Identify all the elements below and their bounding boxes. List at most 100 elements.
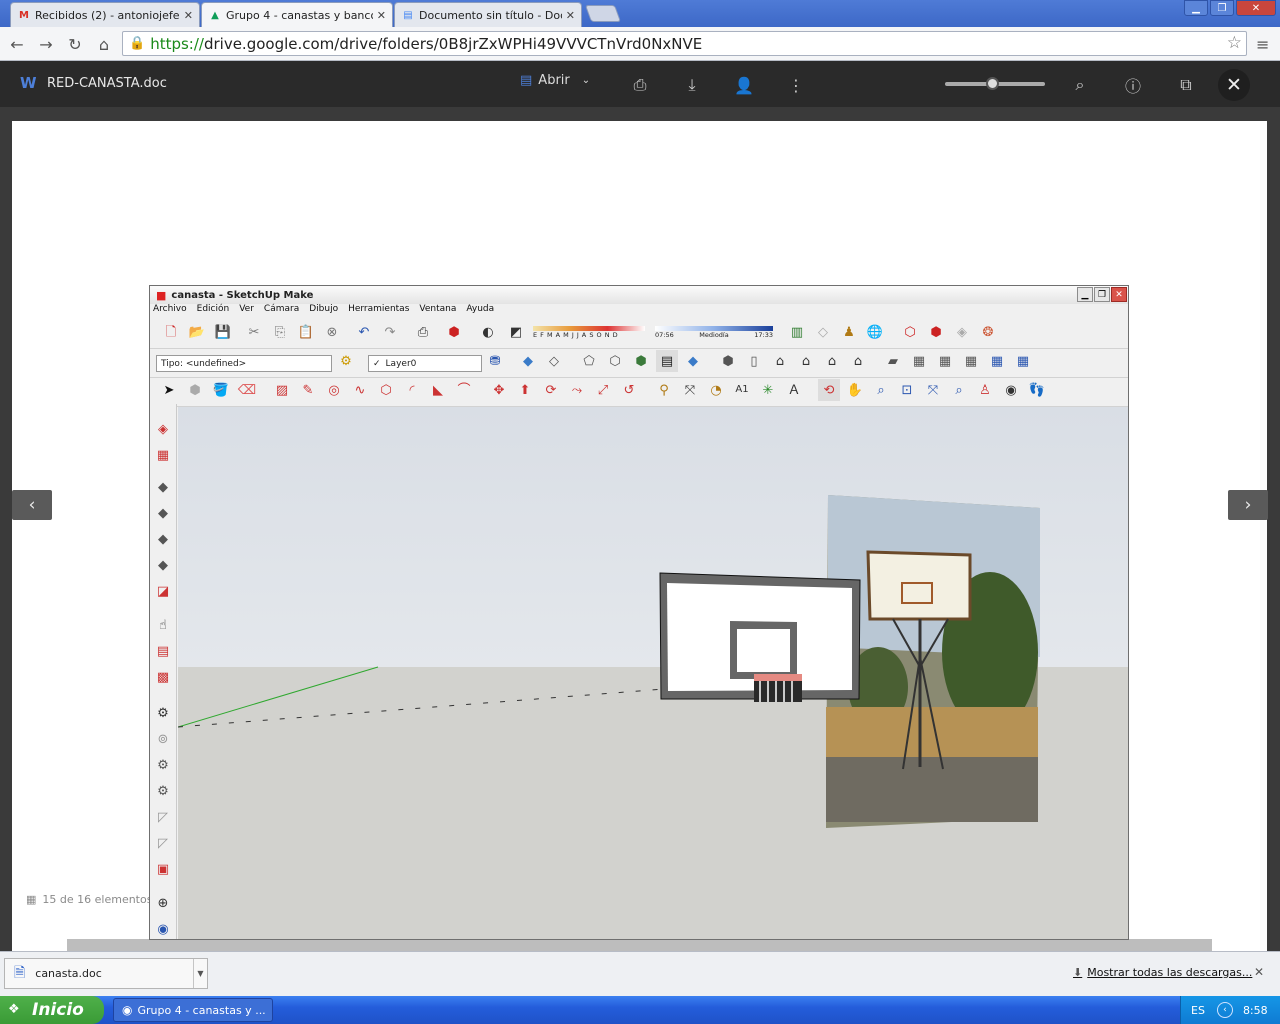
zoom-icon[interactable]: ⌕ [1070,75,1090,95]
model-info-icon: ⬢ [448,324,460,340]
more-icon[interactable]: ⋮ [786,75,806,95]
flip-edge-icon: ◪ [156,583,170,599]
docs-icon: ▤ [520,73,533,88]
popout-icon[interactable]: ⧉ [1176,75,1196,95]
camera-icon: ⚙ [157,705,169,721]
model-drawing [178,495,1040,828]
reel-2-icon: ⚙ [157,783,169,799]
sketchup-viewport [178,407,1128,939]
menu-ayuda: Ayuda [466,304,495,314]
add-detail-icon: ◆ [158,557,168,573]
tab-drive[interactable]: ▲ Grupo 4 - canastas y bancos ✕ [201,2,393,27]
tab-gmail[interactable]: M Recibidos (2) - antoniojefe00 ✕ [10,2,200,27]
solid-union-icon: ▦ [912,353,926,369]
info-icon[interactable]: ⓘ [1123,75,1143,96]
layer-manager-icon: ⛃ [489,353,501,369]
close-icon[interactable]: ✕ [184,9,193,22]
system-tray: ES ‹ 8:58 [1180,996,1280,1024]
hidden-line-icon: ⬡ [609,353,621,369]
forward-button[interactable]: → [35,33,57,55]
print-icon: ⎙ [417,324,429,340]
section-plane-icon: ◸ [158,809,168,825]
clock: 8:58 [1242,1003,1268,1017]
reload-button[interactable]: ↻ [64,33,86,55]
follow-me-icon: ⤳ [571,382,583,398]
back-button[interactable]: ← [6,33,28,55]
sandbox-contours-icon: ◈ [158,421,168,437]
xray-icon: ◆ [523,353,533,369]
front-view-icon: ⌂ [775,353,785,369]
polygon-icon: ⬡ [380,382,392,398]
tipo-field: Tipo: <undefined> [156,355,332,372]
horizontal-scrollbar[interactable] [67,939,1212,951]
extension-icon: ⬢ [930,324,942,340]
backboard-model [659,572,861,702]
address-bar[interactable]: 🔒 https:// drive.google.com/drive/folder… [122,31,1247,56]
grid-icon: ▦ [26,893,37,906]
zoom-window-icon: ⊡ [901,382,913,398]
doc-title: RED-CANASTA.doc [47,76,167,91]
freehand-icon: ∿ [354,382,366,398]
sk-restore-icon: ❐ [1094,287,1110,302]
zoom-slider-knob[interactable] [986,77,999,90]
minimize-button[interactable]: ▁ [1184,0,1208,16]
previous-file-button[interactable]: ‹ [12,490,52,520]
position-camera-icon: ♙ [979,382,991,398]
taskbar-item-chrome[interactable]: ◉ Grupo 4 - canastas y ... [113,998,273,1022]
home-button[interactable]: ⌂ [93,33,115,55]
next-file-button[interactable]: › [1228,490,1268,520]
bookmark-star-icon[interactable]: ☆ [1227,33,1242,53]
back-view-icon: ⌂ [827,353,837,369]
gmail-icon: M [19,9,29,21]
tipo-value: Tipo: <undefined> [161,358,247,369]
new-tab-button[interactable] [584,5,622,22]
sketchup-title: canasta - SketchUp Make [171,289,314,301]
close-icon[interactable]: ✕ [377,9,386,22]
select-arrow-icon: ➤ [163,382,175,398]
download-item[interactable]: 🗎 canasta.doc ▼ [4,958,208,989]
axes-icon: ✳ [762,382,774,398]
start-label: Inicio [32,1000,84,1020]
eraser-icon: ⌫ [237,382,257,398]
add-person-icon[interactable]: 👤 [734,75,754,95]
menu-dibujo: Dibujo [309,304,339,314]
download-icon[interactable]: ⤓ [682,75,702,95]
restore-button[interactable]: ❐ [1210,0,1234,16]
iso-view-icon: ⬢ [722,353,734,369]
styles-icon: ▩ [156,669,170,685]
chevron-left-icon[interactable]: ‹ [1216,1002,1233,1018]
start-button[interactable]: ❖ Inicio [0,996,104,1024]
print-icon[interactable]: ⎙ [630,75,650,95]
save-icon: 💾 [214,324,232,340]
window-controls: ▁ ❐ ✕ [1184,0,1276,16]
tab-strip: M Recibidos (2) - antoniojefe00 ✕ ▲ Grup… [0,0,1280,27]
close-preview-button[interactable]: ✕ [1218,69,1250,101]
section-icon: ▰ [888,353,898,369]
shadow-toggle-icon: ◐ [482,324,494,340]
film-icon: ⊚ [157,731,169,747]
window-close-button[interactable]: ✕ [1236,0,1276,16]
orbit-icon: ⟲ [818,379,840,401]
show-all-downloads-link[interactable]: ⬇ Mostrar todas las descargas... [1073,966,1252,979]
tab-docs[interactable]: ▤ Documento sin título - Docum ✕ [394,2,582,27]
close-icon[interactable]: ✕ [566,9,575,22]
language-indicator[interactable]: ES [1191,1004,1205,1017]
screen: M Recibidos (2) - antoniojefe00 ✕ ▲ Grup… [0,0,1280,1024]
advanced-camera-icon: ▣ [156,861,170,877]
ruby-icon: ❂ [982,324,994,340]
component-icon: ⬡ [904,324,916,340]
protractor-icon: ◔ [710,382,722,398]
open-button[interactable]: ▤ Abrir ⌄ [520,73,590,88]
smoove-icon: ◆ [158,479,168,495]
time-end: 17:33 [754,331,773,339]
chrome-icon: ◉ [122,1003,133,1017]
tab-label: Recibidos (2) - antoniojefe00 [35,8,180,22]
open-folder-icon: 📂 [188,324,206,340]
chrome-menu-icon[interactable]: ≡ [1256,35,1272,54]
paint-bucket-icon: 🪣 [212,382,230,398]
scale-icon: ⤢ [597,382,609,398]
stamp-icon: ◆ [158,505,168,521]
close-shelf-icon[interactable]: ✕ [1254,965,1264,979]
chevron-down-icon[interactable]: ▼ [193,959,207,988]
top-view-icon: ▯ [750,353,758,369]
